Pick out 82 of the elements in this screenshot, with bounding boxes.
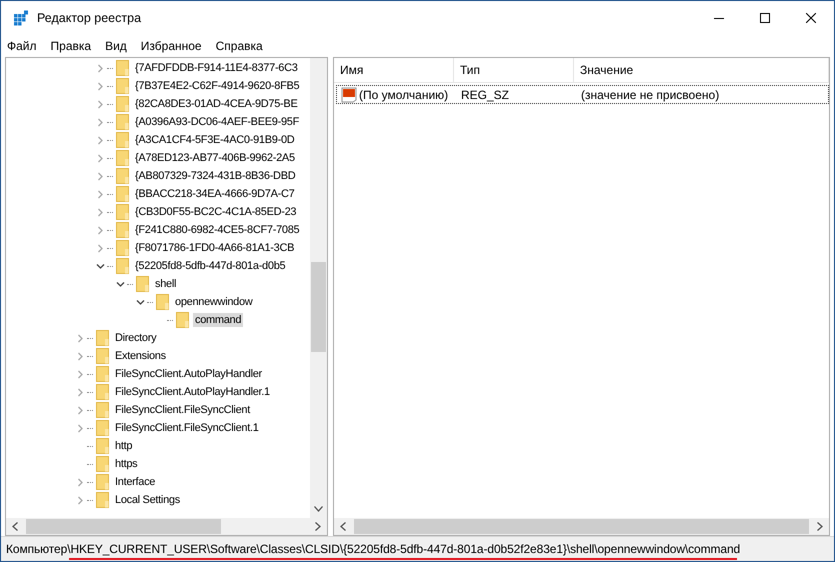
- tree-item[interactable]: {AB807329-7324-431B-8B36-DBD: [133, 169, 298, 183]
- menu-item[interactable]: Правка: [50, 39, 92, 53]
- tree-item[interactable]: FileSyncClient.AutoPlayHandler: [113, 367, 264, 381]
- grid-icon: [13, 10, 29, 26]
- horizontal-scrollbar[interactable]: [334, 518, 829, 535]
- tree-item[interactable]: {7B37E4E2-C62F-4914-9620-8FB5: [133, 79, 302, 93]
- tree-item[interactable]: Extensions: [113, 349, 168, 363]
- vertical-scrollbar[interactable]: [310, 58, 327, 518]
- tree-item[interactable]: {A0396A93-DC06-4AEF-BEE9-95F: [133, 115, 302, 129]
- column-header[interactable]: Имя: [334, 58, 454, 82]
- menu-item[interactable]: Избранное: [140, 39, 202, 53]
- folder-icon: [96, 402, 109, 418]
- folder-icon: [116, 96, 129, 112]
- scrollbar-thumb[interactable]: [311, 262, 326, 352]
- horizontal-scrollbar[interactable]: [6, 518, 327, 535]
- menu-item[interactable]: Вид: [105, 39, 127, 53]
- tree-item[interactable]: {52205fd8-5dfb-447d-801a-d0b5: [133, 259, 288, 273]
- folder-icon: [176, 312, 189, 328]
- tree-item[interactable]: FileSyncClient.AutoPlayHandler.1: [113, 385, 272, 399]
- chevron-right-icon[interactable]: [315, 522, 321, 531]
- tree-item[interactable]: {A3CA1CF4-5F3E-4AC0-91B9-0D: [133, 133, 296, 147]
- tree-item[interactable]: Interface: [113, 475, 158, 489]
- folder-icon: [116, 186, 129, 202]
- window-title: Редактор реестра: [37, 11, 142, 25]
- tree-item[interactable]: {82CA8DE3-01AD-4CEA-9D75-BE: [133, 97, 300, 111]
- folder-icon: [96, 474, 109, 490]
- tree-item[interactable]: {7AFDFDDB-F914-11E4-8377-6C3: [133, 61, 300, 75]
- chevron-down-icon[interactable]: [314, 506, 323, 512]
- folder-icon: [96, 420, 109, 436]
- tree-item[interactable]: https: [113, 457, 140, 471]
- close-icon: [806, 13, 816, 23]
- maximize-icon: [760, 13, 770, 23]
- tree-item[interactable]: FileSyncClient.FileSyncClient.1: [113, 421, 261, 435]
- tree-item[interactable]: Local Settings: [113, 493, 182, 507]
- column-header[interactable]: Тип: [454, 58, 574, 82]
- folder-icon: [96, 438, 109, 454]
- folder-icon: [96, 492, 109, 508]
- folder-icon: [116, 168, 129, 184]
- chevron-down-icon[interactable]: [116, 280, 125, 288]
- value-type: REG_SZ: [460, 88, 510, 102]
- tree-item[interactable]: opennewwindow: [173, 295, 254, 309]
- chevron-down-icon[interactable]: [96, 262, 105, 270]
- tree-item[interactable]: {CB3D0F55-BC2C-4C1A-85ED-23: [133, 205, 298, 219]
- tree-item[interactable]: shell: [153, 277, 178, 291]
- folder-icon: [116, 60, 129, 76]
- tree-item[interactable]: Directory: [113, 331, 158, 345]
- tree-item[interactable]: {BBACC218-34EA-4666-9D7A-C7: [133, 187, 296, 201]
- folder-icon: [156, 294, 169, 310]
- tree-item[interactable]: {A78ED123-AB77-406B-9962-2A5: [133, 151, 297, 165]
- column-header[interactable]: Значение: [574, 58, 829, 82]
- menu-item[interactable]: Файл: [7, 39, 37, 53]
- folder-icon: [96, 456, 109, 472]
- folder-icon: [96, 384, 109, 400]
- value-row[interactable]: (По умолчанию) REG_SZ (значение не присвоено): [336, 85, 829, 104]
- folder-icon: [116, 150, 129, 166]
- registry-path: Компьютер\HKEY_CURRENT_USER\Software\Classes\CLSID\{52205fd8-5dfb-447d-801a-d0b52f2e83e1}\shell\opennewwindow\command: [6, 542, 740, 556]
- value-data: (значение не присвоено): [580, 88, 720, 102]
- chevron-left-icon[interactable]: [340, 522, 346, 531]
- folder-icon: [96, 348, 109, 364]
- tree-item[interactable]: {F241C880-6982-4CE5-8CF7-7085: [133, 223, 302, 237]
- tree-item[interactable]: command: [193, 313, 244, 327]
- folder-icon: [116, 222, 129, 238]
- chevron-down-icon[interactable]: [136, 298, 145, 306]
- folder-icon: [136, 276, 149, 292]
- value-name: (По умолчанию): [359, 88, 448, 102]
- folder-icon: [116, 204, 129, 220]
- string-value-icon: [341, 86, 357, 102]
- folder-icon: [116, 240, 129, 256]
- chevron-right-icon[interactable]: [817, 522, 823, 531]
- folder-icon: [116, 78, 129, 94]
- tree-item[interactable]: http: [113, 439, 134, 453]
- menu-item[interactable]: Справка: [216, 39, 263, 53]
- chevron-left-icon[interactable]: [12, 522, 18, 531]
- scrollbar-thumb[interactable]: [354, 519, 809, 534]
- folder-icon: [96, 366, 109, 382]
- tree-item[interactable]: {F8071786-1FD0-4A66-81A1-3CB: [133, 241, 296, 255]
- folder-icon: [116, 114, 129, 130]
- folder-icon: [116, 132, 129, 148]
- folder-icon: [96, 330, 109, 346]
- tree-item[interactable]: FileSyncClient.FileSyncClient: [113, 403, 252, 417]
- folder-icon: [116, 258, 129, 274]
- scrollbar-thumb[interactable]: [26, 519, 221, 534]
